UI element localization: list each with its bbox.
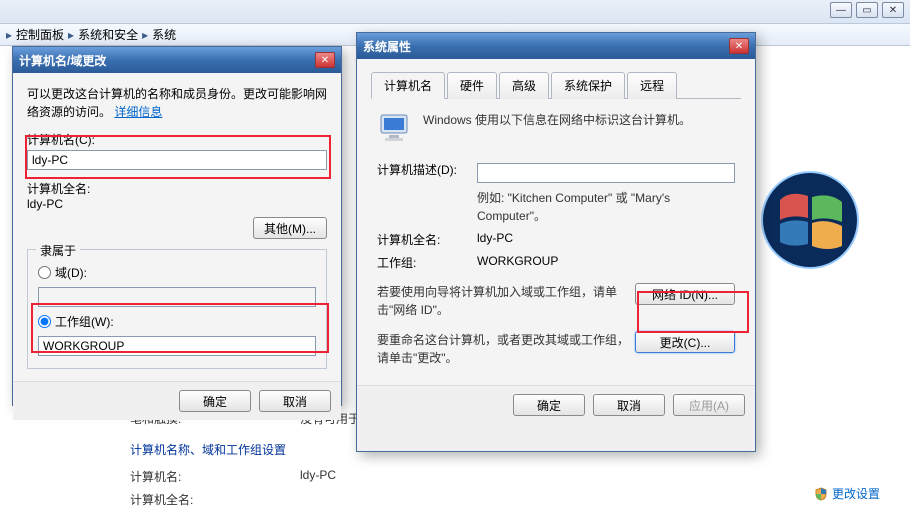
windows-logo-icon xyxy=(760,170,860,270)
computer-name-value: ldy-PC xyxy=(300,468,336,485)
banner-text: Windows 使用以下信息在网络中标识这台计算机。 xyxy=(423,111,691,129)
computer-icon xyxy=(377,111,413,147)
breadcrumb-sep: ▸ xyxy=(68,28,74,42)
breadcrumb-sep: ▸ xyxy=(6,28,12,42)
computer-fullname-value: ldy-PC xyxy=(27,197,327,211)
close-icon[interactable]: ✕ xyxy=(729,38,749,54)
other-button[interactable]: 其他(M)... xyxy=(253,217,327,239)
breadcrumb-item[interactable]: 系统 xyxy=(152,26,176,43)
details-link[interactable]: 详细信息 xyxy=(114,105,162,119)
change-settings-label: 更改设置 xyxy=(832,485,880,502)
window-chrome: — ▭ ✕ xyxy=(0,0,910,24)
computer-name-label: 计算机名: xyxy=(130,468,300,485)
domain-radio[interactable] xyxy=(38,266,51,279)
workgroup-label: 工作组: xyxy=(377,254,477,271)
breadcrumb-item[interactable]: 系统和安全 xyxy=(78,26,138,43)
domain-input xyxy=(38,287,316,307)
maximize-button[interactable]: ▭ xyxy=(856,2,878,18)
description-label: 计算机描述(D): xyxy=(377,161,477,178)
domain-radio-label: 域(D): xyxy=(55,264,87,281)
dialog-titlebar[interactable]: 计算机名/域更改 ✕ xyxy=(13,47,341,73)
tab-hardware[interactable]: 硬件 xyxy=(447,72,497,99)
description-input[interactable] xyxy=(477,163,735,183)
member-of-group: 隶属于 域(D): 工作组(W): xyxy=(27,249,327,369)
change-text: 要重命名这台计算机，或者更改其域或工作组，请单击"更改"。 xyxy=(377,331,635,367)
description-example: 例如: "Kitchen Computer" 或 "Mary's Compute… xyxy=(477,189,735,225)
computer-name-label: 计算机名(C): xyxy=(27,131,327,148)
workgroup-value: WORKGROUP xyxy=(477,254,735,268)
breadcrumb-sep: ▸ xyxy=(142,28,148,42)
intro-text: 可以更改这台计算机的名称和成员身份。更改可能影响网络资源的访问。 详细信息 xyxy=(27,85,327,121)
cancel-button[interactable]: 取消 xyxy=(593,394,665,416)
workgroup-input[interactable] xyxy=(38,336,316,356)
system-properties-dialog: 系统属性 ✕ 计算机名 硬件 高级 系统保护 远程 Windows 使用以下信息… xyxy=(356,32,756,452)
cancel-button[interactable]: 取消 xyxy=(259,390,331,412)
member-of-legend: 隶属于 xyxy=(36,242,80,259)
dialog-titlebar[interactable]: 系统属性 ✕ xyxy=(357,33,755,59)
workgroup-radio-label: 工作组(W): xyxy=(55,313,114,330)
netid-text: 若要使用向导将计算机加入域或工作组，请单击"网络 ID"。 xyxy=(377,283,635,319)
workgroup-radio[interactable] xyxy=(38,315,51,328)
dialog-title: 系统属性 xyxy=(363,38,411,55)
fullname-label: 计算机全名: xyxy=(377,231,477,248)
tab-strip: 计算机名 硬件 高级 系统保护 远程 xyxy=(371,71,741,99)
apply-button[interactable]: 应用(A) xyxy=(673,394,745,416)
tab-system-protection[interactable]: 系统保护 xyxy=(551,72,625,99)
fullname-value: ldy-PC xyxy=(477,231,735,245)
network-id-button[interactable]: 网络 ID(N)... xyxy=(635,283,735,305)
close-icon[interactable]: ✕ xyxy=(315,52,335,68)
rename-dialog: 计算机名/域更改 ✕ 可以更改这台计算机的名称和成员身份。更改可能影响网络资源的… xyxy=(12,46,342,406)
ok-button[interactable]: 确定 xyxy=(179,390,251,412)
ok-button[interactable]: 确定 xyxy=(513,394,585,416)
window-controls: — ▭ ✕ xyxy=(830,2,904,18)
close-button[interactable]: ✕ xyxy=(882,2,904,18)
change-settings-link[interactable]: 更改设置 xyxy=(814,485,880,502)
computer-fullname-label: 计算机全名: xyxy=(27,180,327,197)
computer-fullname-label: 计算机全名: xyxy=(130,491,300,508)
breadcrumb-item[interactable]: 控制面板 xyxy=(16,26,64,43)
change-button[interactable]: 更改(C)... xyxy=(635,331,735,353)
computer-name-input[interactable] xyxy=(27,150,327,170)
shield-icon xyxy=(814,487,828,501)
tab-advanced[interactable]: 高级 xyxy=(499,72,549,99)
minimize-button[interactable]: — xyxy=(830,2,852,18)
tab-computer-name[interactable]: 计算机名 xyxy=(371,72,445,99)
dialog-title: 计算机名/域更改 xyxy=(19,52,106,69)
tab-remote[interactable]: 远程 xyxy=(627,72,677,99)
